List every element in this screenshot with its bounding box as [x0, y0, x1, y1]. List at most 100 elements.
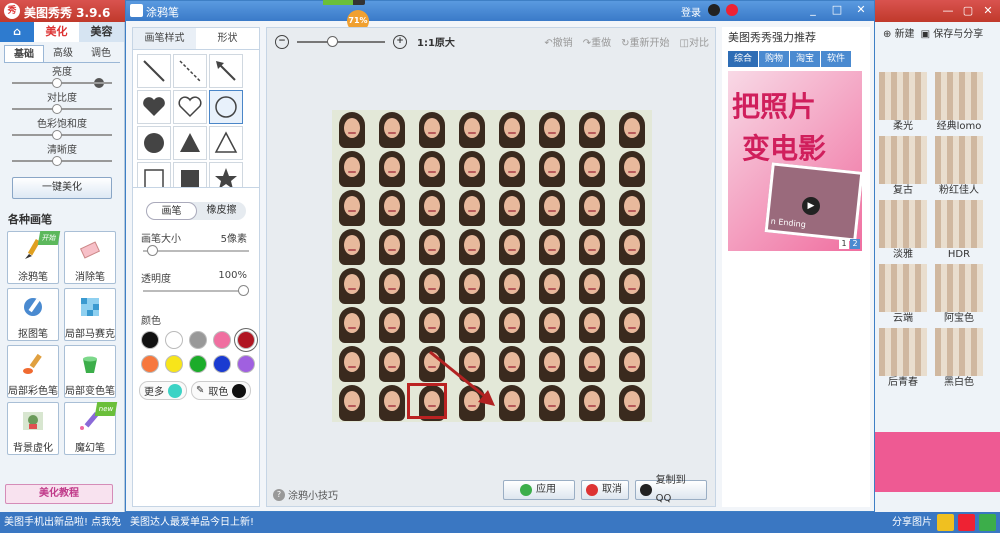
color-swatch[interactable]: [141, 355, 159, 373]
sub-tab-color[interactable]: 调色: [82, 45, 120, 62]
one-key-beautify-button[interactable]: 一键美化: [12, 177, 112, 199]
sub-tab-advanced[interactable]: 高级: [44, 45, 82, 62]
photo-canvas[interactable]: [332, 110, 652, 422]
shape-circle-filled[interactable]: [137, 126, 171, 160]
dialog-maximize-button[interactable]: □: [830, 3, 844, 16]
shape-heart-filled[interactable]: [137, 90, 171, 124]
eyedropper-button[interactable]: ✎ 取色: [191, 381, 252, 400]
recommend-tab[interactable]: 淘宝: [790, 51, 822, 67]
color-swatch[interactable]: [165, 355, 183, 373]
copy-to-qq-button[interactable]: 复制到QQ: [635, 475, 707, 504]
effect-item[interactable]: 黑白色: [935, 328, 983, 390]
color-swatch[interactable]: [213, 331, 231, 349]
minimize-button[interactable]: —: [940, 3, 956, 18]
slider-knob[interactable]: [52, 156, 62, 166]
color-swatch[interactable]: [237, 331, 255, 349]
brush-size-slider[interactable]: 画笔大小 5像素: [141, 230, 251, 260]
save-share-button[interactable]: ▣ 保存与分享: [921, 25, 984, 40]
tab-brush-style[interactable]: 画笔样式: [133, 28, 196, 49]
tutorial-button[interactable]: 美化教程: [5, 484, 113, 504]
effect-item[interactable]: 粉红佳人: [935, 136, 983, 198]
maximize-button[interactable]: ▢: [960, 3, 976, 18]
dialog-close-button[interactable]: ✕: [854, 3, 868, 16]
zoom-in-icon[interactable]: +: [393, 34, 407, 49]
tab-beauty[interactable]: 美容: [79, 22, 124, 42]
tab-shape[interactable]: 形状: [196, 28, 259, 49]
slider-knob[interactable]: [52, 78, 62, 88]
status-promo-left[interactable]: 美图手机出新品啦! 点我免: [4, 512, 121, 533]
tool-color-brush[interactable]: 局部彩色笔: [7, 345, 59, 398]
compare-button[interactable]: ◫对比: [680, 34, 709, 49]
pager-item[interactable]: 1: [839, 239, 849, 249]
play-icon[interactable]: ▶: [802, 197, 820, 215]
shape-star-filled[interactable]: [209, 162, 243, 187]
new-button[interactable]: ⊕ 新建: [883, 25, 915, 40]
zoom-knob[interactable]: [327, 35, 338, 47]
tool-background-blur[interactable]: 背景虚化: [7, 402, 59, 455]
weibo-icon[interactable]: [726, 4, 738, 16]
effect-item[interactable]: 复古: [879, 136, 927, 198]
zoom-out-icon[interactable]: −: [275, 34, 289, 49]
saturation-slider[interactable]: 色彩饱和度: [12, 119, 112, 141]
recommend-tab[interactable]: 软件: [821, 51, 853, 67]
cancel-button[interactable]: 取消: [581, 480, 629, 500]
undo-button[interactable]: ↶撤销: [544, 34, 572, 49]
effect-item[interactable]: 淡雅: [879, 200, 927, 262]
color-swatch[interactable]: [213, 355, 231, 373]
doodle-tips-link[interactable]: ? 涂鸦小技巧: [273, 487, 338, 502]
tool-cutout-pen[interactable]: 抠图笔: [7, 288, 59, 341]
color-swatch[interactable]: [237, 355, 255, 373]
recommend-banner[interactable]: 把照片 变电影 n Ending ▶ 1 2: [728, 71, 862, 251]
slider-knob[interactable]: [52, 130, 62, 140]
apply-button[interactable]: 应用: [503, 480, 575, 500]
tool-recolor-brush[interactable]: 局部变色笔: [64, 345, 116, 398]
recommend-tab[interactable]: 综合: [728, 51, 760, 67]
effect-item[interactable]: 云端: [879, 264, 927, 326]
shape-triangle-outline[interactable]: [209, 126, 243, 160]
weibo-icon[interactable]: [958, 514, 975, 531]
more-colors-button[interactable]: 更多: [139, 381, 187, 400]
status-promo-mid[interactable]: 美图达人最爱单品今日上新!: [130, 512, 254, 533]
effect-item[interactable]: 阿宝色: [935, 264, 983, 326]
shape-circle-outline[interactable]: [209, 90, 243, 124]
tool-doodle-pen[interactable]: 涂鸦笔 开始: [7, 231, 61, 284]
shape-arrow[interactable]: [209, 54, 243, 88]
shape-square-outline[interactable]: [137, 162, 171, 187]
share-image-label[interactable]: 分享图片: [892, 512, 932, 533]
tool-eraser-pen[interactable]: 消除笔: [64, 231, 116, 284]
add-icon[interactable]: [979, 514, 996, 531]
sub-tab-basic[interactable]: 基础: [4, 45, 44, 62]
brightness-slider[interactable]: 亮度: [12, 67, 112, 89]
eraser-mode-button[interactable]: 橡皮擦: [197, 202, 246, 220]
color-swatch[interactable]: [189, 355, 207, 373]
tool-magic-pen[interactable]: 魔幻笔 new: [64, 402, 118, 455]
home-tab[interactable]: ⌂: [0, 22, 34, 42]
color-swatch[interactable]: [165, 331, 183, 349]
shape-heart-outline[interactable]: [173, 90, 207, 124]
slider-knob[interactable]: [238, 285, 249, 296]
contrast-slider[interactable]: 对比度: [12, 93, 112, 115]
pager-item[interactable]: 2: [850, 239, 860, 249]
qq-icon[interactable]: [708, 4, 720, 16]
sharpness-slider[interactable]: 清晰度: [12, 145, 112, 167]
restart-button[interactable]: ↻重新开始: [621, 34, 669, 49]
redo-button[interactable]: ↷重做: [583, 34, 611, 49]
tab-beautify[interactable]: 美化: [34, 22, 79, 42]
slider-knob[interactable]: [147, 245, 158, 256]
tool-mosaic[interactable]: 局部马赛克: [64, 288, 116, 341]
right-ad-banner[interactable]: [875, 432, 1000, 492]
opacity-slider[interactable]: 透明度 100%: [141, 270, 251, 300]
dialog-minimize-button[interactable]: _: [806, 3, 820, 16]
shape-triangle-filled[interactable]: [173, 126, 207, 160]
effect-item[interactable]: 后青春: [879, 328, 927, 390]
recommend-tab[interactable]: 购物: [759, 51, 791, 67]
effect-item[interactable]: HDR: [935, 200, 983, 262]
star-icon[interactable]: [937, 514, 954, 531]
login-link[interactable]: 登录: [681, 4, 701, 19]
shape-dashed-line[interactable]: [173, 54, 207, 88]
color-swatch[interactable]: [141, 331, 159, 349]
actual-size-button[interactable]: 1:1原大: [417, 34, 455, 49]
brush-mode-button[interactable]: 画笔: [146, 202, 197, 220]
color-swatch[interactable]: [189, 331, 207, 349]
slider-knob[interactable]: [52, 104, 62, 114]
